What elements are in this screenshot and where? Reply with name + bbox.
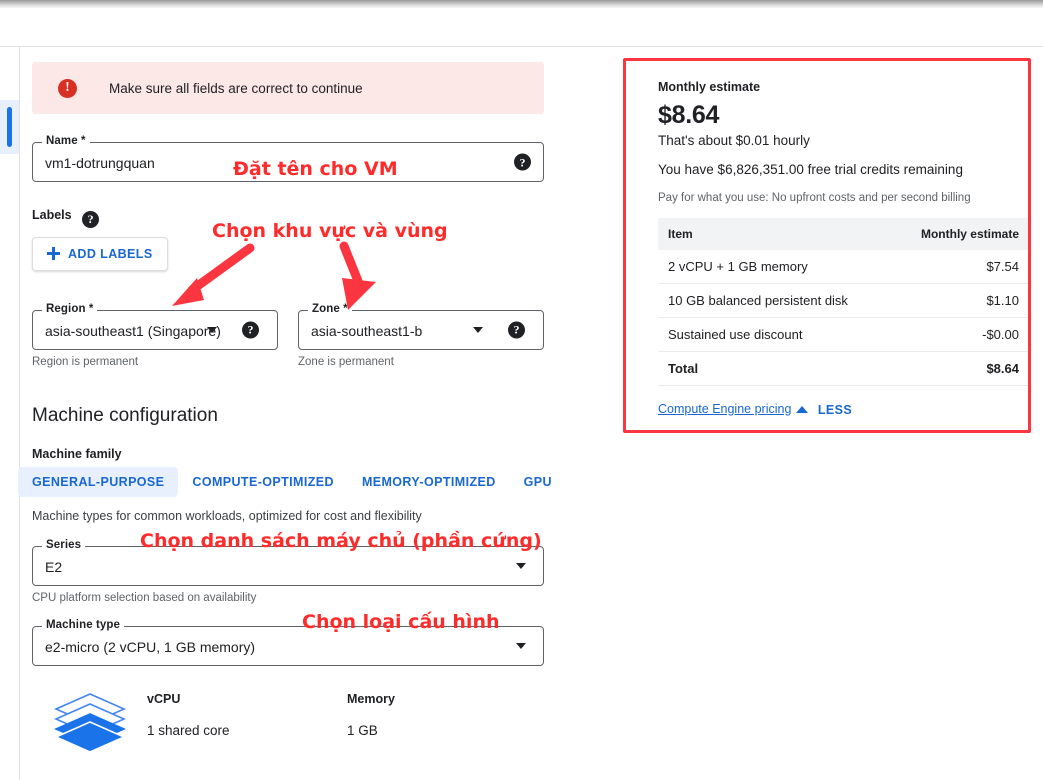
tab-memory-optimized[interactable]: MEMORY-OPTIMIZED [348, 467, 510, 497]
error-icon: ! [58, 78, 77, 98]
name-field-value: vm1-dotrungquan [45, 155, 155, 171]
chrome-divider [0, 46, 1043, 47]
sidebar-selected-indicator [7, 107, 12, 147]
machine-family-label: Machine family [32, 446, 122, 461]
browser-toolbar-area [0, 8, 1043, 46]
help-icon[interactable]: ? [514, 153, 531, 171]
left-nav-sliver [0, 47, 19, 780]
memory-spec: Memory 1 GB [347, 692, 395, 738]
content-left-border [19, 47, 20, 780]
error-banner: ! Make sure all fields are correct to co… [32, 62, 544, 114]
region-field[interactable]: Region * asia-southeast1 (Singapore) ? [32, 302, 278, 350]
vcpu-spec: vCPU 1 shared core [147, 692, 347, 738]
machine-family-description: Machine types for common workloads, opti… [32, 508, 422, 523]
vcpu-value: 1 shared core [147, 722, 230, 738]
chevron-down-icon[interactable] [473, 326, 483, 333]
chevron-down-icon[interactable] [516, 642, 526, 649]
add-labels-button[interactable]: ADD LABELS [32, 236, 168, 271]
tab-compute-optimized[interactable]: COMPUTE-OPTIMIZED [178, 467, 348, 497]
chevron-down-icon[interactable] [516, 562, 526, 569]
memory-value: 1 GB [347, 722, 378, 738]
screen: ! Make sure all fields are correct to co… [0, 0, 1043, 780]
tab-general-purpose[interactable]: GENERAL-PURPOSE [18, 466, 179, 497]
zone-group: Zone * asia-southeast1-b ? Zone is perma… [298, 302, 544, 368]
plus-icon [47, 247, 60, 260]
vcpu-header: vCPU [147, 691, 181, 706]
region-field-value: asia-southeast1 (Singapore) [45, 322, 221, 339]
vm-stack-icon-wrap [32, 692, 147, 754]
help-icon[interactable]: ? [508, 321, 525, 338]
error-banner-text: Make sure all fields are correct to cont… [109, 80, 363, 96]
labels-label: Labels [32, 208, 72, 222]
vm-create-form: ! Make sure all fields are correct to co… [18, 62, 552, 780]
region-group: Region * asia-southeast1 (Singapore) ? R… [32, 302, 278, 368]
zone-field-value: asia-southeast1-b [311, 322, 423, 339]
add-labels-button-label: ADD LABELS [68, 246, 153, 261]
series-field[interactable]: Series E2 [32, 538, 544, 586]
series-field-value: E2 [45, 558, 63, 575]
memory-header: Memory [347, 691, 395, 706]
machine-configuration-title: Machine configuration [32, 404, 218, 426]
region-hint: Region is permanent [32, 355, 139, 368]
zone-field[interactable]: Zone * asia-southeast1-b ? [298, 302, 544, 350]
name-field[interactable]: Name * vm1-dotrungquan ? [32, 135, 544, 182]
chevron-down-icon[interactable] [207, 326, 217, 333]
machine-family-tabs: GENERAL-PURPOSE COMPUTE-OPTIMIZED MEMORY… [18, 466, 552, 497]
estimate-highlight-box [623, 58, 1031, 433]
machine-specs: vCPU 1 shared core Memory 1 GB [32, 692, 544, 754]
zone-hint: Zone is permanent [298, 355, 394, 368]
tab-gpu[interactable]: GPU [510, 467, 566, 497]
help-icon[interactable]: ? [242, 321, 259, 338]
machine-type-field[interactable]: Machine type e2-micro (2 vCPU, 1 GB memo… [32, 618, 544, 666]
help-icon[interactable]: ? [82, 210, 100, 228]
vm-stack-icon [53, 692, 126, 753]
window-titlebar [0, 0, 1043, 8]
labels-section: Labels ? [32, 206, 544, 228]
region-and-zone-row: Region * asia-southeast1 (Singapore) ? R… [32, 302, 544, 368]
machine-type-field-value: e2-micro (2 vCPU, 1 GB memory) [45, 638, 256, 655]
series-hint: CPU platform selection based on availabi… [32, 591, 257, 604]
